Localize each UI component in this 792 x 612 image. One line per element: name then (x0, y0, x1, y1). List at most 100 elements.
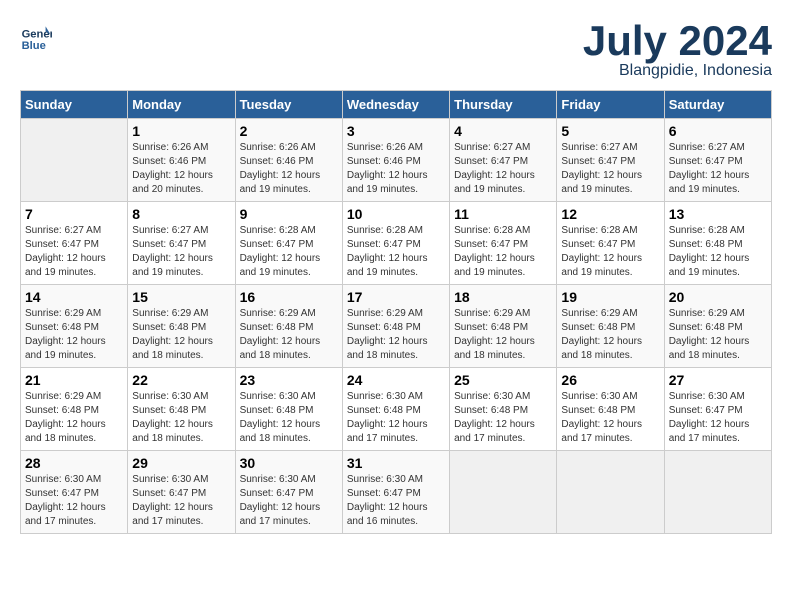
weekday-header-monday: Monday (128, 91, 235, 119)
calendar-cell: 19 Sunrise: 6:29 AM Sunset: 6:48 PM Dayli… (557, 285, 664, 368)
calendar-cell: 10 Sunrise: 6:28 AM Sunset: 6:47 PM Dayli… (342, 202, 449, 285)
day-number: 12 (561, 206, 659, 222)
day-info: Sunrise: 6:29 AM Sunset: 6:48 PM Dayligh… (347, 307, 445, 363)
day-number: 28 (25, 455, 123, 471)
day-number: 25 (454, 372, 552, 388)
calendar-cell: 29 Sunrise: 6:30 AM Sunset: 6:47 PM Dayli… (128, 451, 235, 534)
day-info: Sunrise: 6:29 AM Sunset: 6:48 PM Dayligh… (132, 307, 230, 363)
calendar-cell: 9Sunrise: 6:28 AM Sunset: 6:47 PM Daylig… (235, 202, 342, 285)
day-info: Sunrise: 6:30 AM Sunset: 6:47 PM Dayligh… (25, 473, 123, 529)
calendar-cell: 28 Sunrise: 6:30 AM Sunset: 6:47 PM Dayli… (21, 451, 128, 534)
day-number: 3 (347, 123, 445, 139)
day-info: Sunrise: 6:28 AM Sunset: 6:47 PM Dayligh… (347, 224, 445, 280)
day-number: 16 (240, 289, 338, 305)
calendar-cell: 23 Sunrise: 6:30 AM Sunset: 6:48 PM Dayli… (235, 368, 342, 451)
day-number: 10 (347, 206, 445, 222)
location-subtitle: Blangpidie, Indonesia (583, 62, 772, 80)
calendar-cell: 1 Sunrise: 6:26 AM Sunset: 6:46 PM Daylig… (128, 119, 235, 202)
calendar-cell (557, 451, 664, 534)
calendar-week-2: 7Sunrise: 6:27 AM Sunset: 6:47 PM Daylig… (21, 202, 772, 285)
calendar-week-5: 28 Sunrise: 6:30 AM Sunset: 6:47 PM Dayli… (21, 451, 772, 534)
calendar-cell: 7Sunrise: 6:27 AM Sunset: 6:47 PM Daylig… (21, 202, 128, 285)
calendar-header-row: SundayMondayTuesdayWednesdayThursdayFrid… (21, 91, 772, 119)
day-info: Sunrise: 6:30 AM Sunset: 6:47 PM Dayligh… (669, 390, 767, 446)
day-number: 2 (240, 123, 338, 139)
day-number: 8 (132, 206, 230, 222)
day-number: 14 (25, 289, 123, 305)
weekday-header-sunday: Sunday (21, 91, 128, 119)
logo: General Blue (20, 20, 52, 52)
day-number: 31 (347, 455, 445, 471)
day-info: Sunrise: 6:27 AM Sunset: 6:47 PM Dayligh… (454, 141, 552, 197)
day-info: Sunrise: 6:28 AM Sunset: 6:47 PM Dayligh… (240, 224, 338, 280)
calendar-cell (450, 451, 557, 534)
day-info: Sunrise: 6:29 AM Sunset: 6:48 PM Dayligh… (561, 307, 659, 363)
day-number: 6 (669, 123, 767, 139)
calendar-cell: 12 Sunrise: 6:28 AM Sunset: 6:47 PM Dayli… (557, 202, 664, 285)
day-number: 22 (132, 372, 230, 388)
day-number: 11 (454, 206, 552, 222)
calendar-cell: 5 Sunrise: 6:27 AM Sunset: 6:47 PM Daylig… (557, 119, 664, 202)
calendar-cell (664, 451, 771, 534)
calendar-cell: 14 Sunrise: 6:29 AM Sunset: 6:48 PM Dayli… (21, 285, 128, 368)
day-info: Sunrise: 6:29 AM Sunset: 6:48 PM Dayligh… (669, 307, 767, 363)
day-number: 19 (561, 289, 659, 305)
calendar-cell: 11 Sunrise: 6:28 AM Sunset: 6:47 PM Dayli… (450, 202, 557, 285)
calendar-table: SundayMondayTuesdayWednesdayThursdayFrid… (20, 90, 772, 534)
day-info: Sunrise: 6:30 AM Sunset: 6:47 PM Dayligh… (132, 473, 230, 529)
calendar-cell: 17 Sunrise: 6:29 AM Sunset: 6:48 PM Dayli… (342, 285, 449, 368)
day-info: Sunrise: 6:26 AM Sunset: 6:46 PM Dayligh… (240, 141, 338, 197)
day-info: Sunrise: 6:29 AM Sunset: 6:48 PM Dayligh… (240, 307, 338, 363)
day-info: Sunrise: 6:26 AM Sunset: 6:46 PM Dayligh… (347, 141, 445, 197)
day-info: Sunrise: 6:30 AM Sunset: 6:47 PM Dayligh… (240, 473, 338, 529)
day-number: 20 (669, 289, 767, 305)
day-info: Sunrise: 6:30 AM Sunset: 6:48 PM Dayligh… (454, 390, 552, 446)
day-info: Sunrise: 6:27 AM Sunset: 6:47 PM Dayligh… (561, 141, 659, 197)
day-info: Sunrise: 6:29 AM Sunset: 6:48 PM Dayligh… (454, 307, 552, 363)
weekday-header-saturday: Saturday (664, 91, 771, 119)
day-number: 4 (454, 123, 552, 139)
svg-text:Blue: Blue (22, 40, 46, 52)
day-number: 7 (25, 206, 123, 222)
day-number: 23 (240, 372, 338, 388)
calendar-week-1: 1 Sunrise: 6:26 AM Sunset: 6:46 PM Daylig… (21, 119, 772, 202)
calendar-cell: 26Sunrise: 6:30 AM Sunset: 6:48 PM Dayli… (557, 368, 664, 451)
calendar-cell (21, 119, 128, 202)
day-number: 21 (25, 372, 123, 388)
calendar-cell: 15 Sunrise: 6:29 AM Sunset: 6:48 PM Dayli… (128, 285, 235, 368)
day-info: Sunrise: 6:28 AM Sunset: 6:48 PM Dayligh… (669, 224, 767, 280)
calendar-cell: 22 Sunrise: 6:30 AM Sunset: 6:48 PM Dayli… (128, 368, 235, 451)
calendar-cell: 24Sunrise: 6:30 AM Sunset: 6:48 PM Dayli… (342, 368, 449, 451)
day-info: Sunrise: 6:30 AM Sunset: 6:48 PM Dayligh… (240, 390, 338, 446)
weekday-header-thursday: Thursday (450, 91, 557, 119)
weekday-header-friday: Friday (557, 91, 664, 119)
day-number: 15 (132, 289, 230, 305)
title-block: July 2024 Blangpidie, Indonesia (583, 20, 772, 80)
day-number: 17 (347, 289, 445, 305)
day-info: Sunrise: 6:27 AM Sunset: 6:47 PM Dayligh… (669, 141, 767, 197)
weekday-header-wednesday: Wednesday (342, 91, 449, 119)
day-info: Sunrise: 6:30 AM Sunset: 6:48 PM Dayligh… (561, 390, 659, 446)
calendar-cell: 18Sunrise: 6:29 AM Sunset: 6:48 PM Dayli… (450, 285, 557, 368)
calendar-cell: 31 Sunrise: 6:30 AM Sunset: 6:47 PM Dayli… (342, 451, 449, 534)
day-info: Sunrise: 6:30 AM Sunset: 6:47 PM Dayligh… (347, 473, 445, 529)
day-info: Sunrise: 6:30 AM Sunset: 6:48 PM Dayligh… (132, 390, 230, 446)
day-info: Sunrise: 6:28 AM Sunset: 6:47 PM Dayligh… (454, 224, 552, 280)
day-info: Sunrise: 6:28 AM Sunset: 6:47 PM Dayligh… (561, 224, 659, 280)
calendar-week-3: 14 Sunrise: 6:29 AM Sunset: 6:48 PM Dayli… (21, 285, 772, 368)
calendar-cell: 27 Sunrise: 6:30 AM Sunset: 6:47 PM Dayli… (664, 368, 771, 451)
day-number: 1 (132, 123, 230, 139)
logo-icon: General Blue (20, 20, 52, 52)
day-number: 27 (669, 372, 767, 388)
calendar-cell: 2 Sunrise: 6:26 AM Sunset: 6:46 PM Daylig… (235, 119, 342, 202)
calendar-cell: 13 Sunrise: 6:28 AM Sunset: 6:48 PM Dayli… (664, 202, 771, 285)
calendar-cell: 16 Sunrise: 6:29 AM Sunset: 6:48 PM Dayli… (235, 285, 342, 368)
calendar-cell: 21Sunrise: 6:29 AM Sunset: 6:48 PM Dayli… (21, 368, 128, 451)
day-number: 13 (669, 206, 767, 222)
day-info: Sunrise: 6:29 AM Sunset: 6:48 PM Dayligh… (25, 307, 123, 363)
day-info: Sunrise: 6:26 AM Sunset: 6:46 PM Dayligh… (132, 141, 230, 197)
calendar-cell: 20 Sunrise: 6:29 AM Sunset: 6:48 PM Dayli… (664, 285, 771, 368)
page-header: General Blue July 2024 Blangpidie, Indon… (20, 20, 772, 80)
day-number: 29 (132, 455, 230, 471)
day-number: 5 (561, 123, 659, 139)
